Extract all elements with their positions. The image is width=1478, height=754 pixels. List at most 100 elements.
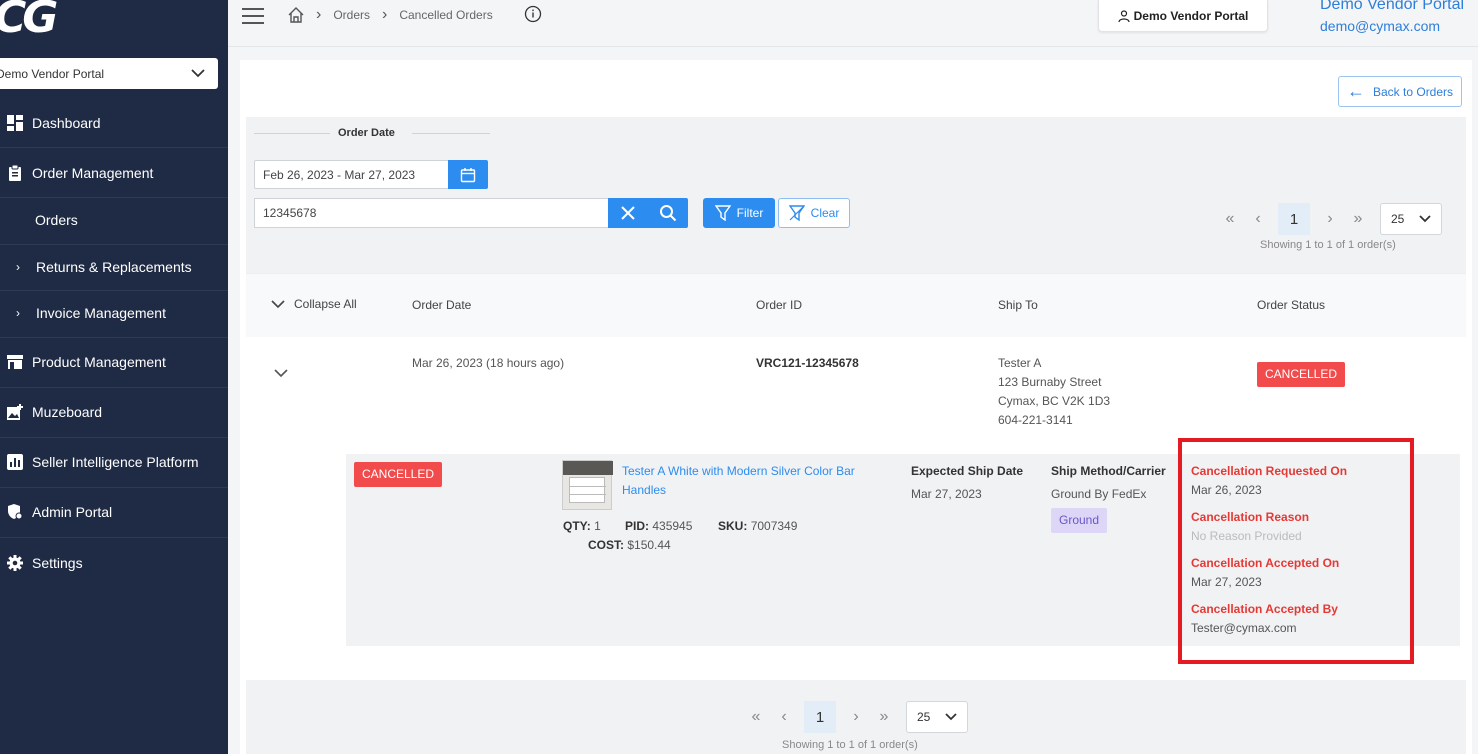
breadcrumb-orders[interactable]: Orders [333, 8, 370, 22]
hamburger-menu-icon[interactable] [242, 8, 264, 24]
expected-ship-label: Expected Ship Date [911, 464, 1024, 478]
sidebar-item-orders[interactable]: Orders [0, 196, 228, 244]
current-page[interactable]: 1 [804, 701, 836, 733]
search-input[interactable]: 12345678 [254, 198, 609, 228]
vendor-portal-label: Demo Vendor Portal [1133, 8, 1249, 23]
close-icon[interactable] [620, 205, 636, 221]
item-status: CANCELLED [354, 462, 443, 487]
logo: CG [0, 0, 58, 43]
qty-value: 1 [594, 519, 601, 533]
home-icon[interactable] [288, 7, 304, 23]
filter-icon [714, 205, 731, 221]
arrow-left-icon: ← [1347, 81, 1365, 101]
filter-button[interactable]: Filter [703, 198, 775, 228]
chevron-down-icon [945, 713, 957, 721]
first-page-icon[interactable]: « [1216, 210, 1244, 228]
breadcrumb: › Orders › Cancelled Orders [288, 6, 493, 24]
sidebar-item-dashboard[interactable]: Dashboard [0, 98, 228, 148]
prev-page-icon[interactable]: ‹ [770, 708, 798, 726]
portal-select[interactable]: Demo Vendor Portal [0, 58, 218, 89]
first-page-icon[interactable]: « [742, 708, 770, 726]
sidebar-item-label: Admin Portal [32, 504, 113, 520]
last-page-icon[interactable]: » [870, 708, 898, 726]
product-thumbnail[interactable] [562, 460, 613, 510]
column-header[interactable]: Order Status [1257, 298, 1325, 312]
prev-page-icon[interactable]: ‹ [1244, 210, 1272, 228]
qty-label: QTY: [563, 519, 591, 533]
clipboard-icon [9, 165, 21, 181]
page-size-value: 25 [1391, 212, 1405, 226]
collapse-all-toggle[interactable]: Collapse All [270, 296, 357, 312]
highlight-box [1178, 438, 1414, 664]
chevron-right-icon: › [16, 260, 20, 274]
portal-select-value: Demo Vendor Portal [0, 66, 105, 81]
ship-to-city: Cymax, BC V2K 1D3 [998, 394, 1111, 408]
sidebar-item-seller-intelligence[interactable]: Seller Intelligence Platform [0, 437, 228, 487]
sidebar-item-invoice-management[interactable]: › Invoice Management [0, 290, 228, 336]
sidebar-item-product-management[interactable]: Product Management [0, 337, 228, 387]
sidebar-item-muzeboard[interactable]: Muzeboard [0, 387, 228, 437]
sidebar-item-label: Settings [32, 555, 83, 571]
gear-icon [7, 555, 23, 571]
ship-to-phone: 604-221-3141 [998, 413, 1073, 427]
order-status: CANCELLED [1257, 362, 1346, 387]
chevron-down-icon [191, 69, 205, 78]
page-size-select[interactable]: 25 [1380, 203, 1442, 235]
sku-value: 7007349 [750, 519, 798, 533]
filter-label: Filter [736, 206, 764, 220]
thumbnail-backdrop [563, 461, 613, 475]
sidebar-item-label: Muzeboard [32, 404, 103, 420]
order-date: Mar 26, 2023 (18 hours ago) [412, 356, 565, 370]
info-icon[interactable] [524, 5, 542, 23]
page-size-select[interactable]: 25 [906, 701, 968, 733]
ground-tag: Ground [1051, 508, 1108, 533]
sidebar-item-label: Product Management [32, 354, 166, 370]
ship-to-street: 123 Burnaby Street [998, 375, 1102, 389]
search-icon[interactable] [659, 204, 677, 222]
sidebar-item-label: Invoice Management [36, 305, 166, 321]
vendor-portal-button[interactable]: Demo Vendor Portal [1098, 0, 1268, 32]
ship-to-name: Tester A [998, 356, 1042, 370]
user-name[interactable]: Demo Vendor Portal [1320, 0, 1464, 14]
item-cost: COST: $150.44 [588, 536, 671, 555]
thumbnail-dresser [569, 477, 606, 503]
order-id: VRC121-12345678 [756, 356, 859, 370]
next-page-icon[interactable]: › [842, 708, 870, 726]
back-to-orders-label: Back to Orders [1373, 84, 1454, 99]
sidebar-item-label: Order Management [32, 165, 154, 181]
image-add-icon [7, 404, 23, 420]
back-to-orders-button[interactable]: ← Back to Orders [1338, 76, 1462, 107]
item-qty: QTY: 1 [563, 517, 601, 536]
calendar-button[interactable] [448, 160, 488, 189]
date-range-input[interactable]: Feb 26, 2023 - Mar 27, 2023 [254, 160, 449, 189]
user-icon [1118, 9, 1130, 22]
next-page-icon[interactable]: › [1316, 210, 1344, 228]
sku-label: SKU: [718, 519, 748, 533]
clear-label: Clear [810, 206, 840, 220]
divider [412, 133, 490, 134]
order-date-label: Order Date [338, 127, 395, 139]
last-page-icon[interactable]: » [1344, 210, 1372, 228]
top-header: › Orders › Cancelled Orders Demo Vendor … [228, 0, 1478, 47]
chevron-down-icon[interactable] [273, 365, 289, 381]
sidebar-item-settings[interactable]: Settings [0, 538, 228, 588]
breadcrumb-cancelled-orders: Cancelled Orders [399, 8, 493, 22]
calendar-icon [460, 167, 476, 182]
product-title-line: Tester A White with Modern Silver Color … [622, 464, 855, 478]
pid-label: PID: [625, 519, 649, 533]
column-header[interactable]: Ship To [998, 298, 1038, 312]
clear-filter-icon [788, 205, 805, 221]
current-page[interactable]: 1 [1278, 203, 1310, 235]
status-badge: CANCELLED [1257, 362, 1346, 387]
column-header[interactable]: Order Date [412, 298, 471, 312]
sidebar-item-order-management[interactable]: Order Management [0, 148, 228, 198]
store-icon [7, 355, 23, 369]
clear-button[interactable]: Clear [778, 198, 850, 228]
sidebar-item-admin-portal[interactable]: Admin Portal [0, 487, 228, 537]
product-title-link[interactable]: Tester A White with Modern Silver Color … [622, 462, 855, 500]
ship-to: Tester A 123 Burnaby Street Cymax, BC V2… [998, 354, 1110, 430]
column-header[interactable]: Order ID [756, 298, 802, 312]
chart-icon [7, 454, 23, 470]
sidebar-item-returns[interactable]: › Returns & Replacements [0, 244, 228, 290]
dashboard-icon [7, 115, 23, 131]
